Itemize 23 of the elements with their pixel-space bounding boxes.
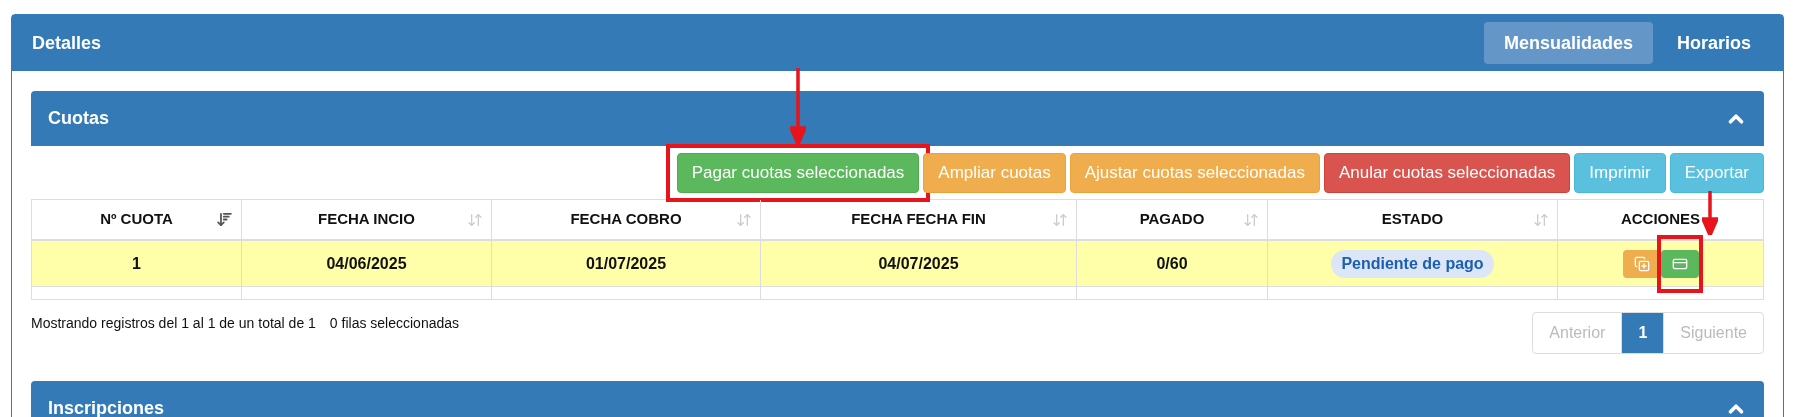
table-cell: 01/07/2025 <box>492 241 761 286</box>
table-cell: 1 <box>32 241 242 286</box>
column-header[interactable]: FECHA FECHA FIN <box>761 200 1077 239</box>
column-header[interactable]: Nº CUOTA <box>32 200 242 239</box>
records-info: Mostrando registros del 1 al 1 de un total de 1 <box>31 314 316 333</box>
column-header[interactable]: ACCIONES <box>1558 200 1763 239</box>
tab[interactable]: Horarios <box>1656 22 1771 64</box>
action-button[interactable]: Pagar cuotas seleccionadas <box>676 153 920 193</box>
table-cell: 04/06/2025 <box>242 241 492 286</box>
table-cell: 04/07/2025 <box>761 241 1077 286</box>
tab[interactable]: Mensualidades <box>1483 22 1653 64</box>
action-button[interactable]: Anular cuotas seleccionadas <box>1323 153 1571 193</box>
column-header[interactable]: ESTADO <box>1268 200 1558 239</box>
column-header[interactable]: PAGADO <box>1077 200 1268 239</box>
selection-info: 0 filas seleccionadas <box>329 314 460 333</box>
section-title: Inscripciones <box>48 397 165 417</box>
table-cell: 0/60 <box>1077 241 1268 286</box>
column-header[interactable]: FECHA COBRO <box>492 200 761 239</box>
panel-title: Detalles <box>32 31 102 55</box>
status-badge: Pendiente de pago <box>1331 249 1494 278</box>
column-header[interactable]: FECHA INCIO <box>242 200 492 239</box>
pagination-button[interactable]: 1 <box>1622 313 1665 353</box>
section-title: Cuotas <box>48 107 109 130</box>
